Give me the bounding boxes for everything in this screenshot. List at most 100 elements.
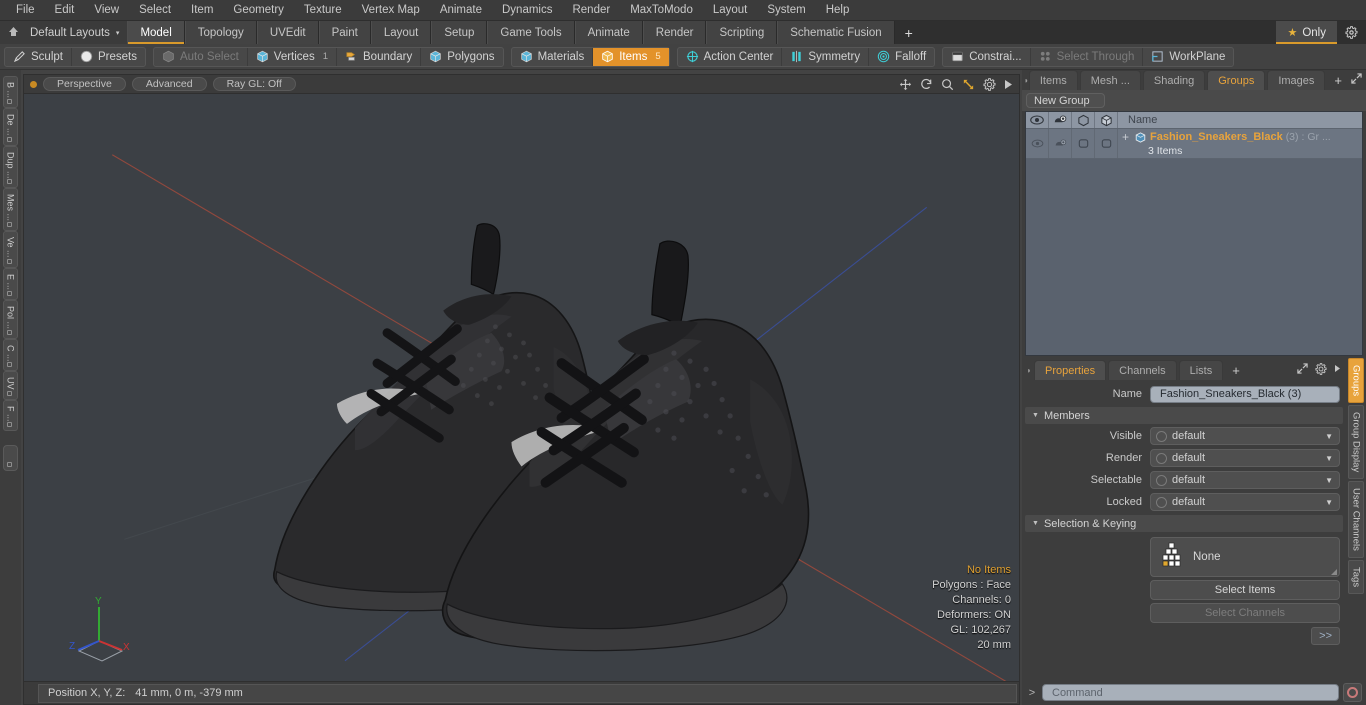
symmetry-button[interactable]: Symmetry bbox=[782, 47, 870, 66]
panel-tab-mesh[interactable]: Mesh ... bbox=[1079, 70, 1141, 90]
row-selectable-toggle[interactable] bbox=[1072, 129, 1095, 158]
layout-selector[interactable]: Default Layouts ▾ bbox=[0, 21, 128, 44]
tab-uvedit[interactable]: UVEdit bbox=[256, 21, 319, 44]
sculpt-button[interactable]: Sculpt bbox=[5, 47, 72, 66]
menu-item-edit[interactable]: Edit bbox=[45, 0, 85, 21]
expand-properties-button[interactable]: >> bbox=[1311, 627, 1340, 645]
panel-tab-items[interactable]: Items bbox=[1028, 70, 1078, 90]
properties-tab-lists[interactable]: Lists bbox=[1178, 360, 1224, 380]
fit-icon[interactable] bbox=[962, 78, 975, 91]
expand-icon[interactable] bbox=[1351, 73, 1362, 87]
gear-icon[interactable] bbox=[1315, 362, 1327, 378]
viewport-shading-button[interactable]: Advanced bbox=[131, 77, 207, 91]
menu-item-geometry[interactable]: Geometry bbox=[223, 0, 294, 21]
select-items-button[interactable]: Select Items bbox=[1150, 580, 1340, 600]
properties-tab-properties[interactable]: Properties bbox=[1034, 360, 1107, 380]
only-toggle-button[interactable]: ★ Only bbox=[1276, 21, 1337, 44]
falloff-button[interactable]: Falloff bbox=[869, 48, 934, 66]
menu-item-select[interactable]: Select bbox=[129, 0, 181, 21]
move-icon[interactable] bbox=[899, 78, 912, 91]
group-list-empty-area[interactable] bbox=[1026, 159, 1362, 355]
tab-animate[interactable]: Animate bbox=[574, 21, 643, 44]
tab-scripting[interactable]: Scripting bbox=[706, 21, 778, 44]
panel-tab-shading[interactable]: Shading bbox=[1142, 70, 1206, 90]
menu-item-maxtomodo[interactable]: MaxToModo bbox=[620, 0, 703, 21]
viewport-raygl-button[interactable]: Ray GL: Off bbox=[212, 77, 296, 91]
locked-dropdown[interactable]: default ▼ bbox=[1150, 493, 1340, 511]
table-row[interactable]: + Fashion_Sneakers_Black (3) : Gr ... 3 … bbox=[1026, 129, 1362, 159]
tab-topology[interactable]: Topology bbox=[184, 21, 257, 44]
row-visibility-toggle[interactable] bbox=[1026, 129, 1049, 158]
add-tab-button[interactable]: + bbox=[894, 21, 923, 44]
boundary-button[interactable]: Boundary bbox=[337, 47, 422, 66]
action-center-button[interactable]: Action Center bbox=[678, 47, 783, 66]
left-tab-mesh[interactable]: Mes ... bbox=[3, 188, 18, 232]
left-tab-edge[interactable]: E ... bbox=[3, 267, 18, 300]
left-tab-command[interactable]: C ... bbox=[3, 338, 18, 372]
menu-item-vertex-map[interactable]: Vertex Map bbox=[352, 0, 430, 21]
visible-dropdown[interactable]: default ▼ bbox=[1150, 427, 1340, 445]
tab-layout[interactable]: Layout bbox=[370, 21, 432, 44]
new-group-button[interactable]: New Group bbox=[1026, 93, 1105, 108]
command-input[interactable]: Command bbox=[1042, 684, 1339, 701]
tab-game-tools[interactable]: Game Tools bbox=[487, 21, 575, 44]
tab-schematic-fusion[interactable]: Schematic Fusion bbox=[777, 21, 895, 44]
tab-render[interactable]: Render bbox=[642, 21, 707, 44]
record-icon[interactable] bbox=[1343, 683, 1362, 702]
menu-item-item[interactable]: Item bbox=[181, 0, 223, 21]
resize-corner-icon[interactable] bbox=[1331, 569, 1337, 575]
channel-orb-icon[interactable] bbox=[1156, 474, 1167, 486]
row-render-toggle[interactable] bbox=[1049, 129, 1072, 158]
tab-setup[interactable]: Setup bbox=[431, 21, 488, 44]
gear-icon[interactable] bbox=[983, 77, 996, 91]
tab-paint[interactable]: Paint bbox=[318, 21, 371, 44]
viewport-projection-button[interactable]: Perspective bbox=[43, 77, 126, 91]
constraint-button[interactable]: Constrai... bbox=[943, 47, 1031, 66]
right-tab-user-channels[interactable]: User Channels bbox=[1348, 481, 1364, 559]
polygons-button[interactable]: Polygons bbox=[421, 48, 502, 66]
left-tab-basic[interactable]: B ... bbox=[3, 76, 18, 109]
menu-item-view[interactable]: View bbox=[84, 0, 129, 21]
materials-button[interactable]: Materials bbox=[512, 47, 594, 66]
selectable-dropdown[interactable]: default ▼ bbox=[1150, 471, 1340, 489]
left-tab-uv[interactable]: UV bbox=[3, 371, 18, 400]
channel-orb-icon[interactable] bbox=[1156, 452, 1167, 464]
zoom-icon[interactable] bbox=[941, 78, 954, 91]
menu-item-system[interactable]: System bbox=[757, 0, 815, 21]
viewport-3d[interactable]: Y X Z No Items Polygons : Face Channels:… bbox=[23, 93, 1020, 682]
row-expand-toggle[interactable]: + bbox=[1122, 130, 1131, 144]
menu-item-render[interactable]: Render bbox=[562, 0, 620, 21]
rotate-icon[interactable] bbox=[920, 78, 933, 91]
left-tab-deform[interactable]: De ... bbox=[3, 108, 18, 146]
menu-item-help[interactable]: Help bbox=[816, 0, 860, 21]
properties-add-tab-button[interactable]: + bbox=[1225, 360, 1247, 380]
auto-select-button[interactable]: Auto Select bbox=[154, 47, 248, 66]
expand-icon[interactable] bbox=[1297, 363, 1308, 377]
channel-orb-icon[interactable] bbox=[1156, 496, 1167, 508]
name-input[interactable]: Fashion_Sneakers_Black (3) bbox=[1150, 385, 1340, 403]
right-tab-groups[interactable]: Groups bbox=[1348, 358, 1364, 404]
tab-model[interactable]: Model bbox=[127, 21, 185, 44]
vertices-button[interactable]: Vertices 1 bbox=[248, 47, 338, 66]
right-tab-tags[interactable]: Tags bbox=[1348, 560, 1364, 595]
items-button[interactable]: Items 5 bbox=[593, 47, 669, 66]
left-tab-extra[interactable] bbox=[3, 445, 18, 472]
properties-tab-channels[interactable]: Channels bbox=[1108, 360, 1177, 380]
render-dropdown[interactable]: default ▼ bbox=[1150, 449, 1340, 467]
panel-tab-groups[interactable]: Groups bbox=[1207, 70, 1266, 90]
left-tab-fusion[interactable]: F ... bbox=[3, 399, 18, 432]
select-through-button[interactable]: Select Through bbox=[1031, 47, 1144, 66]
presets-button[interactable]: Presets bbox=[72, 48, 145, 66]
selection-keying-section-header[interactable]: ▼ Selection & Keying bbox=[1025, 515, 1343, 532]
chevron-right-icon[interactable] bbox=[1334, 364, 1341, 376]
panel-add-tab-button[interactable]: + bbox=[1327, 70, 1349, 90]
menu-item-texture[interactable]: Texture bbox=[294, 0, 352, 21]
menu-item-animate[interactable]: Animate bbox=[430, 0, 492, 21]
left-tab-duplicate[interactable]: Dup ... bbox=[3, 145, 18, 189]
workplane-button[interactable]: WorkPlane bbox=[1143, 48, 1233, 66]
left-tab-polygon[interactable]: Pol ... bbox=[3, 299, 18, 339]
properties-menu-dot-icon[interactable]: ◗ bbox=[1024, 360, 1034, 380]
menu-item-dynamics[interactable]: Dynamics bbox=[492, 0, 562, 21]
row-lock-toggle[interactable] bbox=[1095, 129, 1118, 158]
menu-item-layout[interactable]: Layout bbox=[703, 0, 758, 21]
